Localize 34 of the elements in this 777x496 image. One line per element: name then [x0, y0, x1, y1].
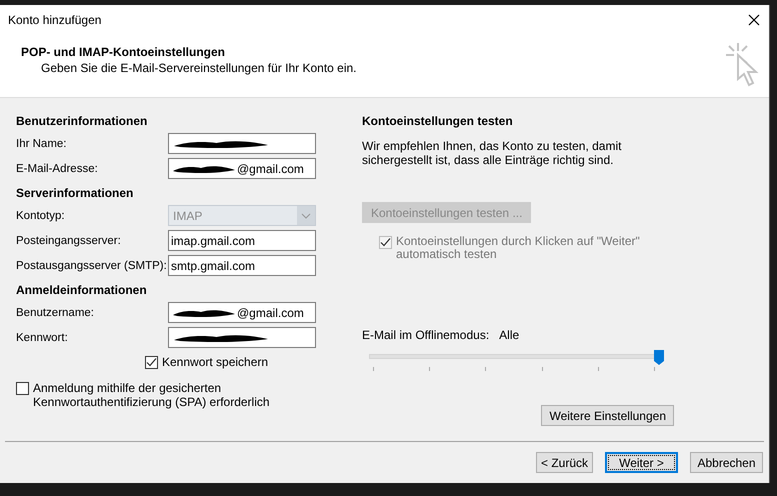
input-field[interactable]	[168, 133, 316, 154]
input-field[interactable]: @gmail.com	[168, 158, 316, 179]
field-label: Kennwort:	[16, 332, 69, 344]
offline-mode-label: E-Mail im Offlinemodus:	[362, 328, 490, 342]
slider-thumb[interactable]	[654, 350, 664, 365]
field-label: Posteingangsserver:	[16, 234, 122, 246]
dialog-button[interactable]: Weiter >	[605, 452, 678, 473]
field-label: Benutzername:	[16, 306, 95, 318]
section-heading: Serverinformationen	[16, 185, 134, 202]
field-label: Ihr Name:	[16, 138, 68, 150]
field-label: Kontotyp:	[16, 210, 66, 222]
more-settings-button[interactable]: Weitere Einstellungen	[541, 405, 674, 426]
checkbox-label: Anmeldung mithilfe der gesicherten Kennwortauthentifizierung (SPA) erforderlich	[33, 381, 271, 409]
section-heading: Kontoeinstellungen testen	[362, 113, 514, 130]
window-title: Konto hinzufügen	[8, 13, 102, 27]
dialog-button[interactable]: Abbrechen	[690, 452, 763, 473]
page-subtitle: Geben Sie die E-Mail-Servereinstellungen für Ihr Konto ein.	[41, 61, 357, 75]
section-heading: Anmeldeinformationen	[16, 282, 148, 299]
input-field[interactable]	[168, 327, 316, 348]
checkbox-label: Kontoeinstellungen durch Klicken auf "Weiter" automatisch testen	[396, 235, 641, 261]
description-text: Wir empfehlen Ihnen, das Konto zu testen, damit sichergestellt ist, dass alle Einträge richtig sind.	[362, 139, 622, 167]
offline-mode-value: Alle	[499, 328, 520, 342]
page-heading: POP- und IMAP-Kontoeinstellungen	[21, 45, 225, 59]
close-icon[interactable]	[747, 13, 761, 27]
input-field[interactable]: imap.gmail.com	[168, 230, 316, 251]
checkbox-label: Kennwort speichern	[162, 355, 268, 369]
field-label: E-Mail-Adresse:	[16, 162, 99, 174]
input-field[interactable]: @gmail.com	[168, 302, 316, 323]
checkbox[interactable]	[145, 356, 158, 369]
dialog-button[interactable]: < Zurück	[536, 452, 593, 473]
checkbox[interactable]	[16, 382, 29, 395]
input-field[interactable]: smtp.gmail.com	[168, 255, 316, 276]
field-label: Postausgangsserver (SMTP):	[16, 260, 168, 272]
section-heading: Benutzerinformationen	[16, 113, 148, 130]
